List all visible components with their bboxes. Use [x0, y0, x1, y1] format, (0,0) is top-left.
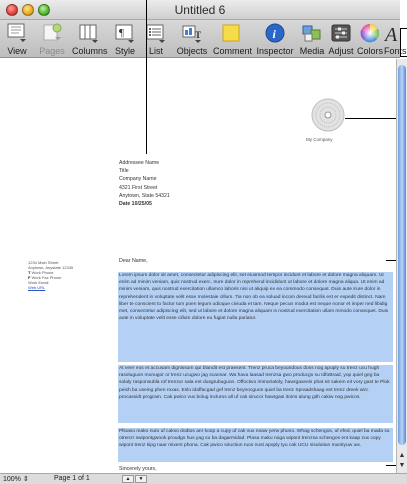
callout-line-date: [146, 0, 147, 154]
letter-date: Date 10/25/05: [119, 201, 152, 208]
scroll-up-arrow-icon[interactable]: ▲: [397, 451, 407, 461]
callout-line-toolbar-bottom: [400, 56, 407, 57]
toolbar-view-button[interactable]: View: [4, 22, 30, 56]
next-page-button[interactable]: ▼: [135, 475, 147, 483]
toolbar-pages-label: Pages: [39, 46, 65, 56]
colors-icon: [360, 24, 380, 43]
addressee-name: Addressee Name: [119, 160, 160, 166]
media-icon: [302, 25, 321, 42]
pages-icon: [43, 23, 62, 41]
sender-web-url[interactable]: Web URL: [28, 285, 73, 290]
addressee-company: Company Name: [119, 176, 157, 183]
toolbar-columns-button[interactable]: Columns: [72, 22, 108, 56]
toolbar-colors-label: Colors: [356, 46, 383, 56]
page-indicator: Page 1 of 1: [54, 475, 90, 482]
toolbar-adjust-button[interactable]: Adjust: [327, 22, 355, 56]
toolbar-list-label: List: [148, 46, 163, 56]
zoom-select[interactable]: 100% ⇕: [3, 475, 29, 483]
toolbar-fonts-label: Fonts: [384, 46, 407, 56]
zoom-stepper-icon: ⇕: [22, 476, 29, 483]
addressee-title: Title: [119, 168, 129, 175]
toolbar-list-button[interactable]: List: [144, 22, 168, 56]
sender-block[interactable]: 1234 Main Street Anytown, Anystate 12345…: [28, 260, 73, 290]
scroll-down-arrow-icon[interactable]: ▼: [397, 461, 407, 471]
body-paragraph-3[interactable]: Plloaso mako nuto uf cakso dodtos anr ko…: [118, 428, 393, 462]
salutation: Dear Name,: [119, 258, 148, 264]
objects-icon: T: [182, 25, 201, 43]
svg-text:¶: ¶: [119, 27, 124, 39]
adjust-icon: [331, 24, 351, 42]
svg-text:A: A: [384, 24, 398, 44]
previous-page-icon: ▲: [125, 476, 131, 482]
closing: Sincerely yours,: [119, 466, 157, 472]
inspector-icon: i: [265, 23, 285, 43]
toolbar-comment-label: Comment: [213, 46, 253, 56]
toolbar-columns-label: Columns: [72, 46, 108, 56]
addressee-block[interactable]: Addressee Name Title Company Name 4321 F…: [119, 159, 170, 208]
toolbar-media-label: Media: [299, 46, 325, 56]
toolbar-adjust-label: Adjust: [328, 46, 354, 56]
zoom-value: 100%: [3, 476, 21, 483]
logo-caption: My Company: [306, 137, 333, 142]
toolbar-style-label: Style: [114, 46, 135, 56]
pages-window: Untitled 6 View Pages Columns ¶ Style Li…: [0, 0, 407, 484]
columns-icon: [79, 24, 98, 43]
window-title: Untitled 6: [174, 3, 226, 17]
callout-bracket-toolbar: [400, 28, 401, 57]
status-bar: 100% ⇕ Page 1 of 1 ▲ ▼: [0, 473, 407, 484]
callout-line-toolbar-top: [400, 28, 407, 29]
addressee-city: Anytown, State 54321: [119, 192, 170, 199]
next-page-icon: ▼: [138, 476, 144, 482]
toolbar-pages-button[interactable]: Pages: [38, 22, 66, 56]
previous-page-button[interactable]: ▲: [122, 475, 134, 483]
toolbar-fonts-button[interactable]: A Fonts: [384, 22, 407, 56]
view-icon: [7, 23, 26, 42]
title-bar: Untitled 6: [0, 0, 400, 20]
vertical-scrollbar[interactable]: ▲ ▼: [396, 59, 407, 473]
body-paragraph-1[interactable]: Lorem ipsum dolor sit amet, consectetur …: [118, 272, 393, 362]
toolbar-objects-label: Objects: [176, 46, 208, 56]
fonts-icon: A: [384, 24, 398, 44]
comment-icon: [222, 24, 240, 42]
toolbar-inspector-button[interactable]: i Inspector: [255, 22, 295, 56]
toolbar-view-label: View: [7, 46, 27, 56]
style-icon: ¶: [115, 24, 134, 43]
toolbar-colors-button[interactable]: Colors: [356, 22, 384, 56]
document-page[interactable]: My Company Addressee Name Title Company …: [0, 59, 396, 473]
body-paragraph-2[interactable]: At veer eos et accusam dignissum qui bla…: [118, 365, 393, 423]
toolbar-style-button[interactable]: ¶ Style: [112, 22, 138, 56]
svg-text:T: T: [195, 30, 201, 40]
company-logo-icon: [311, 98, 345, 132]
scroll-thumb[interactable]: [398, 65, 406, 445]
list-icon: [146, 24, 165, 43]
toolbar-objects-button[interactable]: T Objects: [176, 22, 208, 56]
toolbar: View Pages Columns ¶ Style List T Object…: [0, 20, 407, 58]
toolbar-comment-button[interactable]: Comment: [213, 22, 253, 56]
toolbar-media-button[interactable]: Media: [299, 22, 325, 56]
toolbar-inspector-label: Inspector: [256, 46, 294, 56]
addressee-street: 4321 First Street: [119, 184, 158, 191]
